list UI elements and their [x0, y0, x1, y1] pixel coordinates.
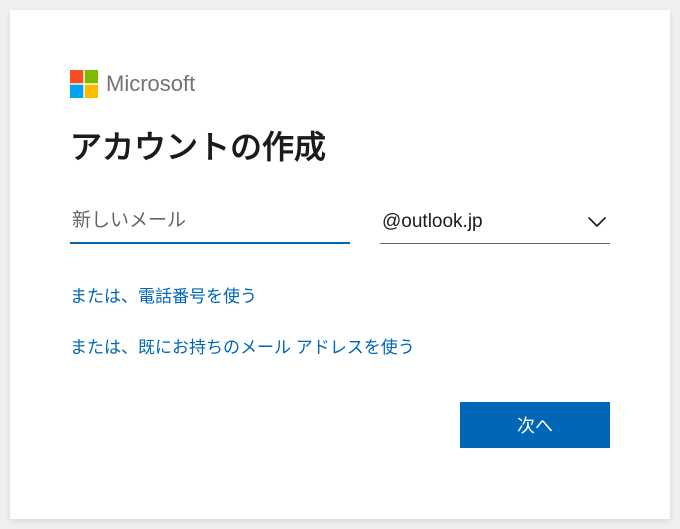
email-row: @outlook.jp: [70, 204, 610, 244]
brand-name: Microsoft: [106, 71, 195, 97]
signup-card: Microsoft アカウントの作成 @outlook.jp または、電話番号を…: [10, 10, 670, 519]
domain-selected-label: @outlook.jp: [382, 211, 483, 233]
chevron-down-icon: [588, 216, 606, 228]
next-button[interactable]: 次へ: [460, 402, 610, 448]
button-row: 次へ: [70, 402, 610, 448]
page-title: アカウントの作成: [70, 122, 610, 168]
brand-row: Microsoft: [70, 70, 610, 98]
microsoft-logo-icon: [70, 70, 98, 98]
new-email-input[interactable]: [70, 204, 350, 244]
use-phone-link[interactable]: または、電話番号を使う: [70, 282, 610, 307]
domain-select[interactable]: @outlook.jp: [380, 204, 610, 244]
use-existing-email-link[interactable]: または、既にお持ちのメール アドレスを使う: [70, 333, 610, 358]
